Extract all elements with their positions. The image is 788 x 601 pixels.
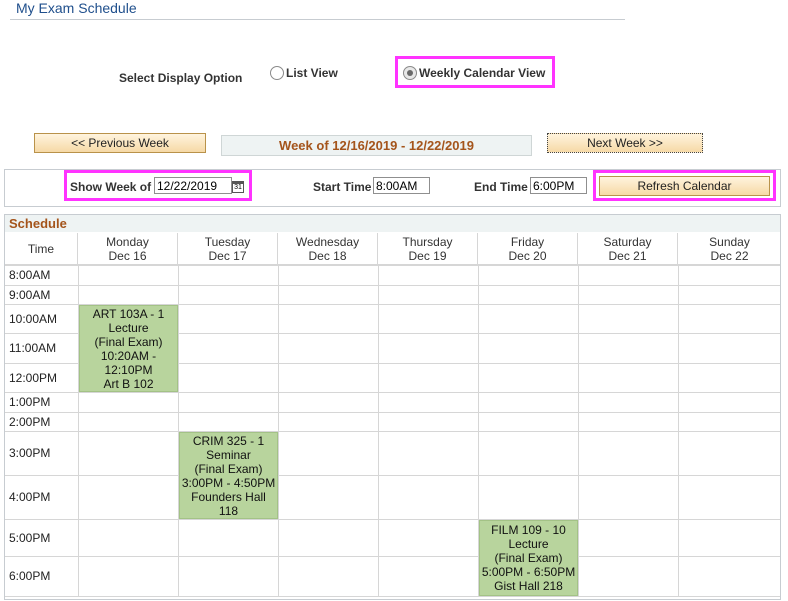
day-header-wednesday: Wednesday Dec 18 [278, 233, 378, 265]
grid-col-line [578, 265, 579, 596]
schedule-panel: Schedule Time Monday Dec 16 Tuesday Dec 17 We… [4, 214, 781, 600]
schedule-grid: Time Monday Dec 16 Tuesday Dec 17 Wednesday De… [5, 215, 780, 599]
event-line: Lecture [108, 320, 149, 335]
day-date: Dec 18 [308, 248, 347, 263]
day-name: Sunday [709, 234, 750, 249]
grid-row-line [5, 285, 780, 286]
previous-week-button[interactable]: << Previous Week [34, 133, 206, 153]
event-line: Seminar [206, 447, 251, 462]
grid-row-line [5, 596, 780, 597]
event-line: (Final Exam) [194, 461, 263, 476]
grid-row-line [5, 519, 780, 520]
grid-row-line [5, 431, 780, 432]
event-line: 10:20AM - [100, 348, 157, 363]
time-label: 6:00PM [9, 569, 51, 583]
show-week-input[interactable]: 12/22/2019 [154, 177, 232, 194]
day-header-friday: Friday Dec 20 [478, 233, 578, 265]
grid-row-line [5, 412, 780, 413]
list-view-radio[interactable] [270, 66, 284, 80]
time-label: 11:00AM [9, 341, 57, 355]
day-date: Dec 22 [710, 248, 749, 263]
event-line: 118 [218, 503, 239, 518]
title-divider [10, 19, 625, 20]
day-header-sunday: Sunday Dec 22 [678, 233, 780, 265]
calendar-icon-text: 31 [234, 184, 242, 191]
grid-col-line [378, 265, 379, 596]
list-view-label: List View [286, 66, 338, 80]
event-line: FILM 109 - 10 [491, 523, 566, 537]
grid-col-line [178, 265, 179, 596]
weekly-view-radio[interactable] [403, 66, 417, 80]
event-line: Gist Hall 218 [494, 579, 563, 593]
next-week-button[interactable]: Next Week >> [547, 133, 703, 153]
start-time-input[interactable]: 8:00AM [373, 177, 430, 194]
event-line: 3:00PM - 4:50PM [181, 475, 276, 490]
day-name: Thursday [402, 234, 453, 249]
event-line: Lecture [508, 537, 549, 551]
event-line: Art B 102 [103, 376, 154, 391]
time-label: 9:00AM [9, 287, 51, 302]
week-of-label: Week of 12/16/2019 - 12/22/2019 [221, 135, 532, 156]
end-time-label: End Time [474, 180, 528, 194]
day-name: Friday [510, 234, 545, 249]
time-label: 5:00PM [9, 530, 51, 545]
time-header: Time [5, 233, 78, 265]
day-name: Wednesday [295, 234, 360, 249]
weekly-view-label: Weekly Calendar View [419, 66, 546, 80]
weekly-view-option[interactable]: Weekly Calendar View [403, 66, 545, 80]
end-time-input[interactable]: 6:00PM [530, 177, 587, 194]
day-date: Dec 16 [108, 248, 147, 263]
event-line: (Final Exam) [94, 334, 163, 349]
page-title: My Exam Schedule [16, 0, 137, 16]
exam-event-monday[interactable]: ART 103A - 1 Lecture (Final Exam) 10:20AM -… [79, 305, 178, 392]
exam-event-tuesday[interactable]: CRIM 325 - 1 Seminar (Final Exam) 3:00PM - … [179, 432, 278, 519]
day-header-thursday: Thursday Dec 19 [378, 233, 478, 265]
time-label: 10:00AM [9, 311, 58, 326]
day-header-monday: Monday Dec 16 [78, 233, 178, 265]
event-line: 5:00PM - 6:50PM [481, 565, 576, 579]
exam-event-friday[interactable]: FILM 109 - 10 Lecture (Final Exam) 5:00PM -… [479, 520, 578, 596]
time-label: 3:00PM [9, 446, 51, 460]
grid-col-line [678, 265, 679, 596]
grid-row-line [5, 556, 780, 557]
day-date: Dec 17 [208, 248, 247, 263]
day-name: Tuesday [204, 234, 251, 249]
grid-row-line [5, 265, 780, 266]
show-week-label: Show Week of [70, 180, 152, 194]
event-line: (Final Exam) [494, 551, 563, 565]
time-label: 2:00PM [9, 414, 51, 429]
grid-row-line [5, 392, 780, 393]
time-label: 8:00AM [9, 268, 51, 282]
day-header-tuesday: Tuesday Dec 17 [178, 233, 278, 265]
day-name: Monday [106, 234, 149, 249]
time-label: 1:00PM [9, 395, 51, 409]
time-label: 12:00PM [9, 370, 58, 385]
start-time-label: Start Time [313, 180, 372, 194]
event-line: ART 103A - 1 [92, 306, 165, 321]
event-line: 12:10PM [104, 362, 153, 377]
day-header-saturday: Saturday Dec 21 [578, 233, 678, 265]
display-option-label: Select Display Option [119, 71, 243, 85]
event-line: CRIM 325 - 1 [192, 433, 265, 448]
time-label: 4:00PM [9, 490, 51, 504]
calendar-icon[interactable]: 31 [232, 181, 244, 193]
day-name: Saturday [603, 234, 652, 249]
day-date: Dec 19 [408, 248, 447, 263]
grid-row-line [5, 475, 780, 476]
list-view-option[interactable]: List View [270, 66, 338, 80]
refresh-calendar-button[interactable]: Refresh Calendar [599, 176, 770, 196]
grid-col-line [278, 265, 279, 596]
event-line: Founders Hall [191, 489, 266, 504]
day-date: Dec 21 [608, 248, 647, 263]
day-date: Dec 20 [508, 248, 547, 263]
